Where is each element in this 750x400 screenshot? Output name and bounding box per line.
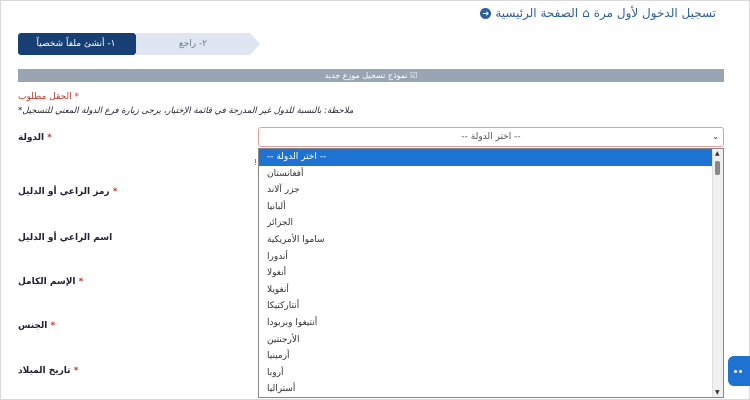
country-option[interactable]: ألبانيا (259, 199, 723, 216)
required-field-note: * الحقل مطلوب (18, 92, 79, 102)
country-option[interactable]: أنغويلا (259, 282, 723, 299)
chat-dot-icon (734, 370, 737, 373)
country-option[interactable]: أستراليا (259, 381, 723, 397)
country-option[interactable]: أنتيغوا وبربودا (259, 315, 723, 332)
country-note: ملاحظة: بالنسبة للدول غير المدرجة في قائ… (18, 106, 354, 116)
header: تسجيل الدخول لأول مرة ⌂ الصفحة الرئيسية … (480, 6, 716, 20)
form-banner: ☑ نموذج تسجيل موزع جديد (18, 69, 724, 82)
referrer-code-label-text: رمز الراعي أو الدليل (18, 187, 110, 197)
full-name-label: * الإسم الكامل (18, 277, 84, 287)
chat-widget-button[interactable] (728, 356, 750, 386)
referrer-code-label: * رمز الراعي أو الدليل (18, 187, 118, 197)
country-option[interactable]: جزر آلاند (259, 182, 723, 199)
error-indicator: ! (254, 158, 258, 167)
wizard-steps: ١- أنشئ ملفاً شخصياً ٢- راجع (18, 33, 260, 55)
checkbox-icon: ☑ (410, 71, 418, 80)
chevron-down-icon[interactable]: ⌄ (712, 128, 719, 146)
birth-date-label-text: تاريخ الميلاد (18, 366, 71, 376)
country-label: * الدولة (18, 133, 52, 143)
home-link[interactable]: الصفحة الرئيسية (495, 6, 578, 20)
country-dropdown[interactable]: -- اختر الدولة -- أفغانستان جزر آلاند أل… (258, 148, 724, 398)
dropdown-scrollbar[interactable]: ▲ ▼ (712, 149, 723, 397)
step-create-profile[interactable]: ١- أنشئ ملفاً شخصياً (18, 33, 144, 55)
chat-dot-icon (739, 370, 742, 373)
banner-text: نموذج تسجيل موزع جديد (324, 71, 408, 80)
home-icon[interactable]: ⌂ (582, 6, 590, 20)
country-option[interactable]: ساموا الأمريكية (259, 232, 723, 249)
country-select-value: -- اختر الدولة -- (461, 132, 521, 142)
country-option[interactable]: الجزائر (259, 215, 723, 232)
scroll-up-icon[interactable]: ▲ (715, 150, 720, 157)
country-option[interactable]: -- اختر الدولة -- (259, 149, 723, 166)
full-name-label-text: الإسم الكامل (18, 277, 76, 287)
page-title: تسجيل الدخول لأول مرة (593, 6, 716, 20)
gender-label-text: الجنس (18, 321, 48, 331)
country-option[interactable]: الأرجنتين (259, 332, 723, 349)
birth-date-label: * تاريخ الميلاد (18, 366, 79, 376)
country-option[interactable]: أفغانستان (259, 166, 723, 183)
country-option[interactable]: أنغولا (259, 265, 723, 282)
scrollbar-thumb[interactable] (715, 161, 720, 175)
back-arrow-icon[interactable]: ➜ (480, 7, 492, 19)
referrer-name-label: اسم الراعي أو الدليل (18, 233, 112, 243)
country-option[interactable]: أروبا (259, 365, 723, 382)
scroll-down-icon[interactable]: ▼ (715, 389, 720, 396)
country-option[interactable]: أندورا (259, 249, 723, 266)
country-label-text: الدولة (18, 133, 45, 143)
referrer-name-label-text: اسم الراعي أو الدليل (18, 233, 113, 243)
gender-label: * الجنس (18, 321, 56, 331)
country-option[interactable]: أنتاركتيكا (259, 298, 723, 315)
country-option[interactable]: أرمينيا (259, 348, 723, 365)
country-select[interactable]: -- اختر الدولة -- ⌄ (258, 127, 724, 147)
step-review[interactable]: ٢- راجع (136, 33, 260, 55)
